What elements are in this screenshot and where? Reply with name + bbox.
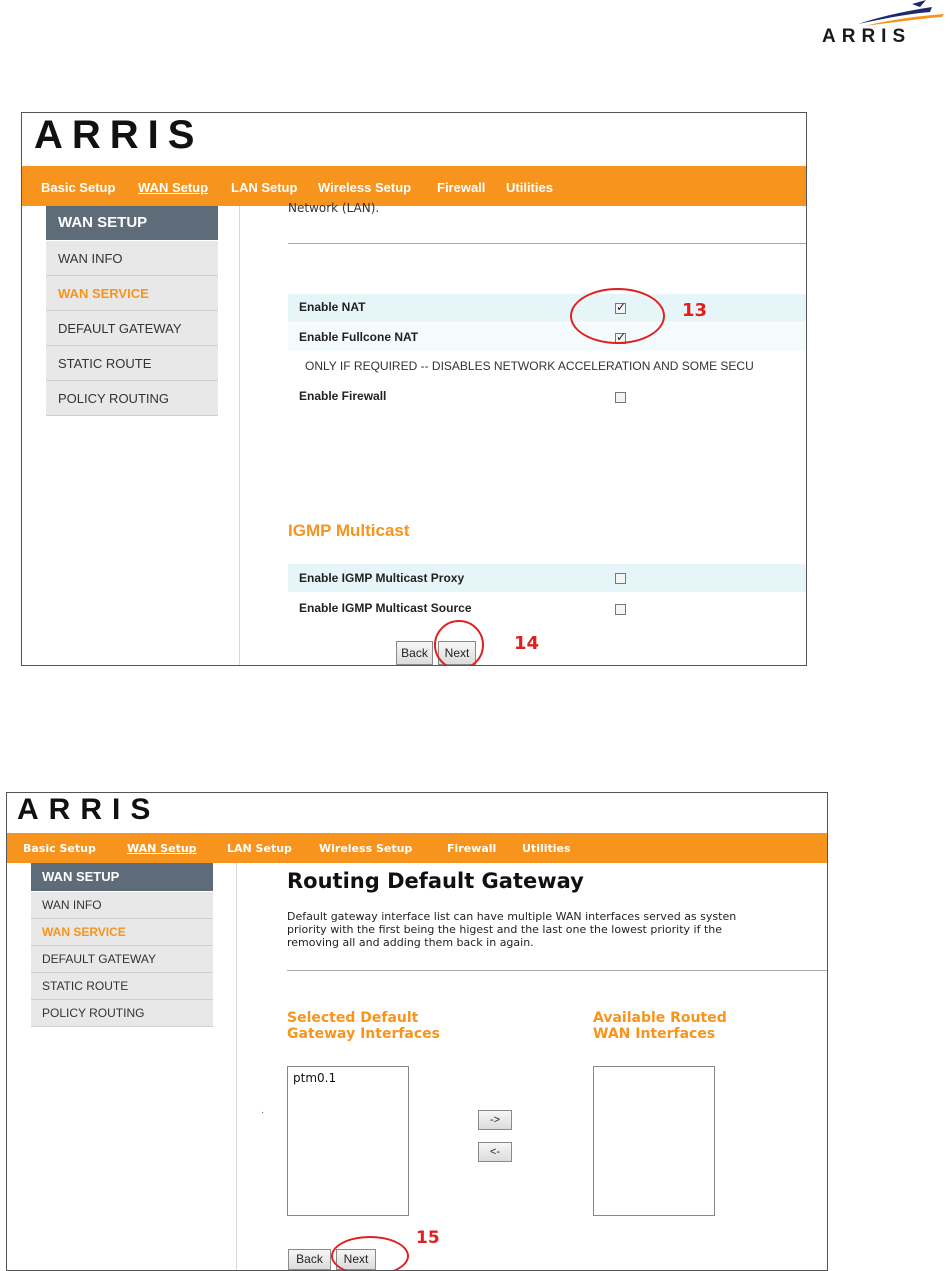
annotation-circle-15 — [331, 1236, 409, 1270]
nav-wireless-setup[interactable]: Wireless Setup — [318, 180, 411, 195]
nav-basic-setup[interactable]: Basic Setup — [41, 180, 115, 195]
nav-lan-setup[interactable]: LAN Setup — [227, 842, 292, 855]
annotation-label-14: 14 — [514, 633, 540, 654]
back-button[interactable]: Back — [288, 1249, 331, 1270]
nav-wireless-setup[interactable]: Wireless Setup — [319, 842, 412, 855]
fullcone-nat-row: Enable Fullcone NAT ✓ — [288, 323, 806, 351]
intro-text-fragment: Network (LAN). — [288, 201, 380, 215]
selected-gateway-heading-line-1: Selected Default — [287, 1010, 419, 1026]
nav-utilities[interactable]: Utilities — [522, 842, 571, 855]
igmp-proxy-label: Enable IGMP Multicast Proxy — [299, 571, 465, 585]
firewall-row: Enable Firewall — [288, 381, 806, 409]
list-item[interactable]: ptm0.1 — [293, 1071, 336, 1085]
sidebar-item-wan-info[interactable]: WAN INFO — [31, 892, 213, 919]
annotation-label-13: 13 — [682, 300, 708, 321]
brand-wordmark: ARRIS — [822, 26, 912, 47]
back-button[interactable]: Back — [396, 641, 433, 665]
igmp-proxy-row: Enable IGMP Multicast Proxy — [288, 564, 806, 592]
sidebar-item-static-route[interactable]: STATIC ROUTE — [31, 973, 213, 1000]
screenshot-default-gateway: ARRIS Basic Setup WAN Setup LAN Setup Wi… — [6, 792, 828, 1271]
arris-logo: ARRIS — [17, 793, 161, 826]
selected-gateway-heading-line-2: Gateway Interfaces — [287, 1026, 441, 1042]
screenshot-wan-service: ARRIS Basic Setup WAN Setup LAN Setup Wi… — [21, 112, 807, 666]
section-divider — [288, 243, 806, 244]
sidebar-item-wan-service[interactable]: WAN SERVICE — [31, 919, 213, 946]
sidebar-divider — [236, 863, 237, 1270]
move-left-button[interactable]: <- — [478, 1142, 512, 1162]
available-wan-heading-line-2: WAN Interfaces — [593, 1026, 716, 1042]
igmp-proxy-checkbox[interactable] — [615, 573, 626, 584]
selected-gateway-listbox[interactable]: ptm0.1 — [287, 1066, 409, 1216]
nav-wan-setup[interactable]: WAN Setup — [138, 180, 208, 195]
sidebar-header: WAN SETUP — [31, 863, 213, 891]
firewall-label: Enable Firewall — [299, 389, 387, 403]
sidebar-item-policy-routing[interactable]: POLICY ROUTING — [46, 381, 218, 416]
sidebar-item-policy-routing[interactable]: POLICY ROUTING — [31, 1000, 213, 1027]
move-right-button[interactable]: -> — [478, 1110, 512, 1130]
sidebar-item-default-gateway[interactable]: DEFAULT GATEWAY — [31, 946, 213, 973]
stray-mark: · — [261, 1107, 265, 1118]
section-divider — [287, 970, 827, 971]
sidebar-item-wan-info[interactable]: WAN INFO — [46, 241, 218, 276]
available-wan-listbox[interactable] — [593, 1066, 715, 1216]
nav-wan-setup[interactable]: WAN Setup — [127, 842, 197, 855]
top-nav: Basic Setup WAN Setup LAN Setup Wireless… — [7, 833, 827, 863]
nav-utilities[interactable]: Utilities — [506, 180, 553, 195]
sidebar-header: WAN SETUP — [46, 206, 218, 240]
nav-firewall[interactable]: Firewall — [447, 842, 496, 855]
page-title: Routing Default Gateway — [287, 869, 584, 893]
nat-row: Enable NAT ✓ — [288, 294, 806, 322]
nav-basic-setup[interactable]: Basic Setup — [23, 842, 96, 855]
description-line-1: Default gateway interface list can have … — [287, 910, 737, 923]
igmp-source-checkbox[interactable] — [615, 604, 626, 615]
annotation-label-15: 15 — [416, 1228, 440, 1248]
description-line-2: priority with the first being the higest… — [287, 923, 723, 936]
logo-swoosh-icon — [858, 0, 944, 26]
available-wan-heading-line-1: Available Routed — [593, 1010, 727, 1026]
igmp-heading: IGMP Multicast — [288, 521, 410, 540]
fullcone-nat-label: Enable Fullcone NAT — [299, 330, 419, 344]
sidebar-divider — [239, 206, 240, 665]
sidebar-item-static-route[interactable]: STATIC ROUTE — [46, 346, 218, 381]
igmp-source-label: Enable IGMP Multicast Source — [299, 601, 472, 615]
annotation-circle-14 — [434, 620, 484, 665]
firewall-checkbox[interactable] — [615, 392, 626, 403]
description-line-3: removing all and adding them back in aga… — [287, 936, 534, 949]
sidebar-item-wan-service[interactable]: WAN SERVICE — [46, 276, 218, 311]
nav-lan-setup[interactable]: LAN Setup — [231, 180, 297, 195]
top-nav: Basic Setup WAN Setup LAN Setup Wireless… — [22, 166, 806, 206]
acceleration-warning: ONLY IF REQUIRED -- DISABLES NETWORK ACC… — [305, 359, 754, 373]
annotation-circle-13 — [570, 288, 665, 344]
arris-brand-logo: ARRIS — [820, 0, 951, 55]
sidebar-item-default-gateway[interactable]: DEFAULT GATEWAY — [46, 311, 218, 346]
nav-firewall[interactable]: Firewall — [437, 180, 485, 195]
nat-label: Enable NAT — [299, 300, 366, 314]
arris-logo: ARRIS — [34, 113, 204, 157]
igmp-source-row: Enable IGMP Multicast Source — [288, 594, 806, 622]
